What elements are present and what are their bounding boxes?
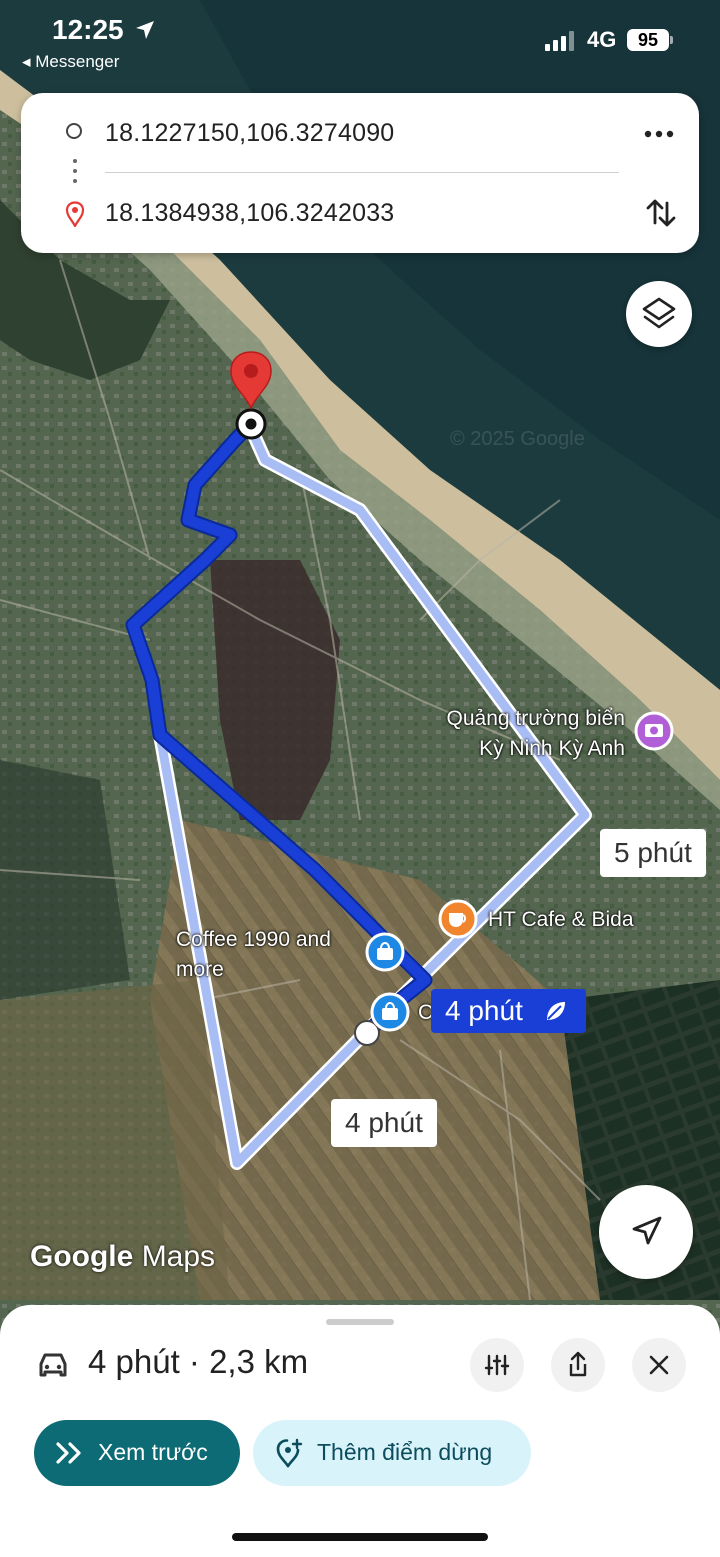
route-summary: 4 phút · 2,3 km [88,1343,309,1380]
route-time-alt-1[interactable]: 5 phút [600,829,706,877]
tune-icon [484,1354,510,1376]
destination-field[interactable]: 18.1384938,106.3242033 [105,199,394,228]
navigation-arrow-icon [632,1216,662,1245]
add-stop-button[interactable]: Thêm điểm dừng [253,1420,531,1486]
double-chevron-right-icon [56,1442,81,1464]
poi-label-coffee-1990[interactable]: Coffee 1990 and more [176,925,331,985]
map-watermark: © 2025 Google [450,428,585,450]
route-options-button[interactable] [470,1338,524,1392]
status-time: 12:25 [52,14,124,45]
eco-leaf-icon [547,1002,565,1020]
google-maps-logo: Google Maps [30,1240,216,1273]
location-arrow-icon [136,21,154,39]
poi-label-ht-cafe[interactable]: HT Cafe & Bida [488,905,634,935]
battery-level: 95 [627,29,669,51]
sheet-drag-handle[interactable] [326,1319,394,1325]
field-divider [105,172,619,173]
swap-directions-button[interactable] [641,193,681,233]
add-location-icon [276,1438,303,1468]
directions-card: 18.1227150,106.3274090 18.1384938,106.32… [21,93,699,253]
route-bottom-sheet: 4 phút · 2,3 km Xem trước Thêm điểm dừng [0,1305,720,1557]
origin-field[interactable]: 18.1227150,106.3274090 [105,119,394,148]
battery-tip [670,36,673,44]
route-time-selected[interactable]: 4 phút [431,989,586,1033]
route-dots-icon [73,159,77,187]
more-options-button[interactable] [639,115,679,151]
close-button[interactable] [632,1338,686,1392]
route-time-alt-2[interactable]: 4 phút [331,1099,437,1147]
back-to-app-link[interactable]: ◂ Messenger [22,52,119,72]
more-horizontal-icon [644,130,674,138]
car-icon [39,1353,67,1377]
share-icon [569,1351,587,1377]
shopping-bag-icon [365,932,405,972]
cellular-signal-icon [545,31,574,51]
preview-button[interactable]: Xem trước [34,1420,240,1486]
close-icon [649,1355,669,1375]
cafe-icon [438,899,478,939]
home-indicator[interactable] [232,1533,488,1541]
swap-vertical-icon [646,199,676,227]
origin-circle-icon [66,123,82,139]
shopping-bag-icon [370,992,410,1032]
my-location-button[interactable] [599,1185,693,1279]
status-bar: 12:25 ◂ Messenger 4G 95 [0,0,720,80]
camera-icon [634,711,674,751]
add-stop-button-label: Thêm điểm dừng [317,1439,493,1465]
map-layers-button[interactable] [626,281,692,347]
layers-icon [642,297,676,329]
share-button[interactable] [551,1338,605,1392]
destination-pin-icon [65,201,85,227]
preview-button-label: Xem trước [98,1439,208,1465]
network-type: 4G [587,27,617,52]
poi-label-quang-truong[interactable]: Quảng trường biển Kỳ Ninh Kỳ Anh [400,704,625,764]
